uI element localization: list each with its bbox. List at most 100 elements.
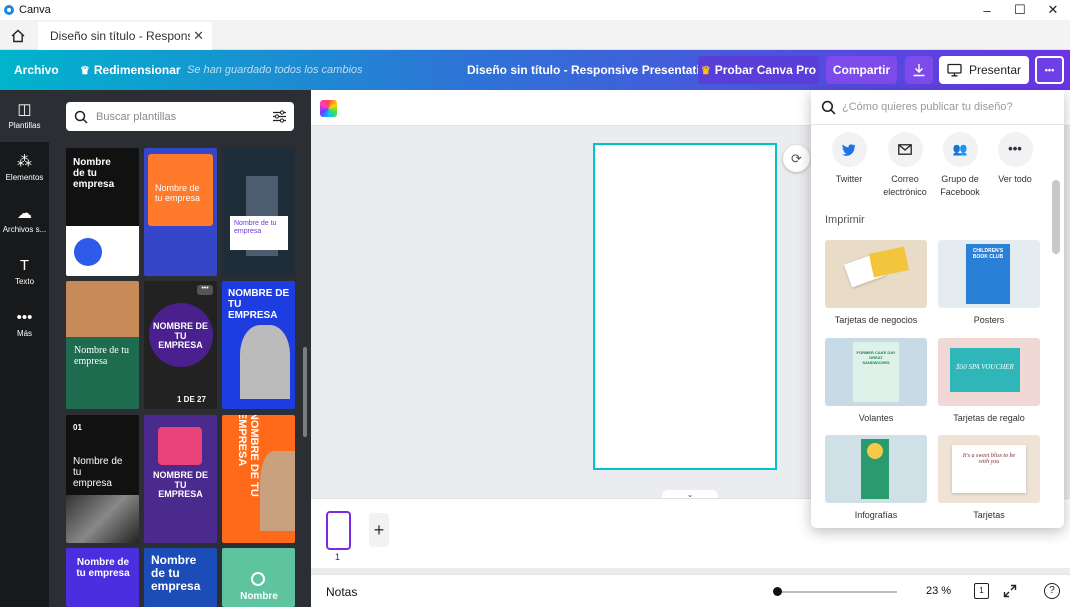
share-label: Correo electrónico <box>883 174 927 198</box>
publish-search-placeholder: ¿Cómo quieres publicar tu diseño? <box>842 101 1013 113</box>
print-business-cards[interactable]: Tarjetas de negocios <box>825 240 927 325</box>
print-section-title: Imprimir <box>825 214 865 226</box>
fullscreen-icon[interactable] <box>1003 584 1017 598</box>
tab-close-button[interactable]: ✕ <box>193 28 204 44</box>
template-search-input[interactable]: Buscar plantillas <box>66 102 294 131</box>
template-title: Nombre de tu empresa <box>73 456 123 489</box>
print-flyers[interactable]: FORMER CAKE DAY GREAT SANDWICHES Volante… <box>825 338 927 423</box>
share-label: Twitter <box>835 174 863 184</box>
page-thumbnail[interactable] <box>326 511 351 550</box>
search-icon <box>821 100 836 114</box>
nav-templates[interactable]: ◫ Plantillas <box>0 90 49 142</box>
add-page-button[interactable]: + <box>369 513 389 547</box>
minimize-button[interactable]: – <box>970 0 1004 20</box>
home-button[interactable] <box>8 26 28 46</box>
more-options-button[interactable]: ••• <box>1035 56 1064 84</box>
twitter-icon <box>831 132 867 167</box>
notes-button[interactable]: Notas <box>326 585 357 599</box>
tab-title: Diseño sin título - Responsive <box>50 29 190 43</box>
print-posters[interactable]: CHILDREN'S BOOK CLUB Posters <box>938 240 1040 325</box>
tab-bar: Diseño sin título - Responsive ✕ <box>0 20 1070 50</box>
download-icon <box>913 64 925 77</box>
file-menu[interactable]: Archivo <box>14 50 59 90</box>
download-button[interactable] <box>905 56 933 84</box>
zoom-slider-handle[interactable] <box>773 587 782 596</box>
present-button[interactable]: Presentar <box>939 56 1029 84</box>
crown-icon: ♛ <box>80 64 90 77</box>
template-title: Nombre <box>240 591 278 602</box>
template-card[interactable]: NOMBRE DE TU EMPRESA <box>144 415 217 543</box>
share-email[interactable]: Correo electrónico <box>875 132 935 199</box>
nav-label: Texto <box>14 277 35 286</box>
publish-scrollbar[interactable] <box>1052 180 1060 254</box>
resize-button[interactable]: ♛ Redimensionar <box>80 50 181 90</box>
share-label: Grupo de Facebook <box>940 174 980 198</box>
pin-icon <box>251 572 265 586</box>
print-preview <box>825 240 927 308</box>
nav-text[interactable]: T Texto <box>0 246 49 298</box>
template-title: Nombre de tu empresa <box>151 553 201 593</box>
template-title: Nombre de tu empresa <box>73 157 115 190</box>
document-tab[interactable]: Diseño sin título - Responsive ✕ <box>38 22 212 50</box>
nav-elements[interactable]: ⁂ Elementos <box>0 142 49 194</box>
present-icon <box>947 63 962 77</box>
close-window-button[interactable]: ✕ <box>1036 0 1070 20</box>
mail-icon <box>887 132 923 167</box>
page-grid-icon[interactable]: 1 <box>974 583 989 599</box>
template-title: NOMBRE DE TU EMPRESA <box>236 415 260 497</box>
print-preview: FORMER CAKE DAY GREAT SANDWICHES <box>825 338 927 406</box>
share-button[interactable]: Compartir <box>826 56 897 84</box>
template-card[interactable]: NOMBRE DE TU EMPRESA <box>222 281 295 409</box>
templates-scrollbar[interactable] <box>303 347 307 437</box>
share-facebook-group[interactable]: 👥 Grupo de Facebook <box>930 132 990 199</box>
template-card[interactable]: Nombre <box>222 548 295 607</box>
template-photo <box>260 451 295 531</box>
nav-uploads[interactable]: ☁ Archivos s... <box>0 194 49 246</box>
template-card[interactable]: Nombre de tu empresa <box>66 148 139 276</box>
print-cards[interactable]: It's a sweet bliss to be with you Tarjet… <box>938 435 1040 520</box>
print-label: Tarjetas <box>973 510 1005 520</box>
share-see-all[interactable]: ••• Ver todo <box>985 132 1045 186</box>
template-title: Nombre de tu empresa <box>74 345 129 367</box>
template-card[interactable]: Nombre de tu empresa <box>144 548 217 607</box>
print-preview: CHILDREN'S BOOK CLUB <box>938 240 1040 308</box>
saved-status: Se han guardado todos los cambios <box>187 64 363 76</box>
template-card[interactable]: NOMBRE DE TU EMPRESA 1 DE 27 ••• <box>144 281 217 409</box>
template-card[interactable]: NOMBRE DE TU EMPRESA <box>222 415 295 543</box>
home-icon <box>11 29 25 43</box>
zoom-slider[interactable] <box>777 591 897 593</box>
template-title: Nombre de tu empresa <box>234 220 277 235</box>
print-label: Tarjetas de negocios <box>834 315 918 325</box>
zoom-level[interactable]: 23 % <box>926 585 951 597</box>
template-card[interactable]: Nombre de tu empresa <box>66 281 139 409</box>
template-title: NOMBRE DE TU EMPRESA <box>228 288 290 321</box>
try-pro-button[interactable]: ♛ Probar Canva Pro <box>698 56 819 84</box>
template-card[interactable]: Nombre de tu empresa <box>66 548 139 607</box>
document-title[interactable]: Diseño sin título - Responsive Presentat… <box>467 50 714 90</box>
color-picker-icon[interactable] <box>320 100 337 117</box>
template-card[interactable]: 01 Nombre de tu empresa <box>66 415 139 543</box>
share-twitter[interactable]: Twitter <box>819 132 879 186</box>
nav-more[interactable]: ••• Más <box>0 298 49 350</box>
flyer-text: FORMER CAKE DAY GREAT SANDWICHES <box>856 350 896 365</box>
print-infographics[interactable]: Infografías <box>825 435 927 520</box>
search-icon <box>74 110 88 124</box>
template-more-icon[interactable]: ••• <box>197 285 213 295</box>
filter-icon[interactable] <box>272 109 287 124</box>
print-gift-cards[interactable]: $50 SPA VOUCHER Tarjetas de regalo <box>938 338 1040 423</box>
template-title: Nombre de tu empresa <box>76 557 130 579</box>
help-icon[interactable]: ? <box>1044 583 1060 599</box>
design-page[interactable] <box>593 143 777 470</box>
editor-footer: Notas 23 % 1 ? <box>311 574 1070 607</box>
template-title: NOMBRE DE TU EMPRESA <box>153 470 209 500</box>
publish-search-input[interactable]: ¿Cómo quieres publicar tu diseño? <box>811 90 1064 125</box>
refresh-icon[interactable]: ⟳ <box>783 145 810 172</box>
template-number: 01 <box>73 423 82 432</box>
template-photo <box>240 325 290 399</box>
template-card[interactable]: Nombre de tu empresa <box>144 148 217 276</box>
maximize-button[interactable]: ☐ <box>1003 0 1037 20</box>
upload-cloud-icon: ☁ <box>17 205 32 222</box>
template-counter: 1 DE 27 <box>177 395 206 404</box>
nav-label: Plantillas <box>8 121 41 130</box>
template-card[interactable]: Nombre de tu empresa <box>222 148 295 276</box>
